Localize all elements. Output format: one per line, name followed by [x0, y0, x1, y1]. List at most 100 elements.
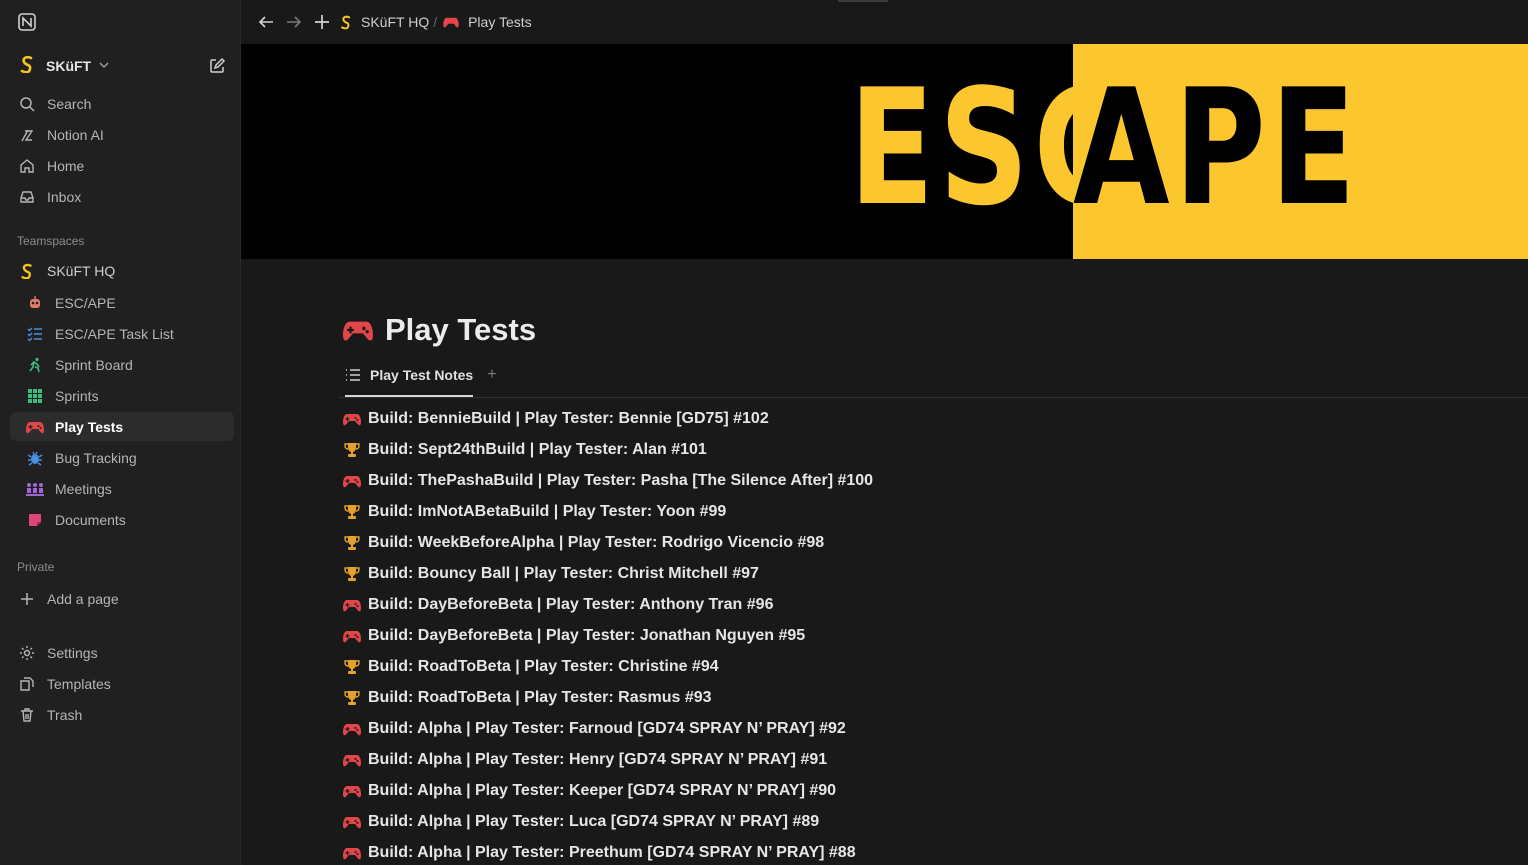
gamepad-icon: [343, 627, 361, 645]
play-test-list: Build: BennieBuild | Play Tester: Bennie…: [343, 403, 1523, 865]
sidebar-item-task-list[interactable]: ESC/APE Task List: [10, 319, 234, 348]
list-item[interactable]: Build: RoadToBeta | Play Tester: Christi…: [343, 651, 1523, 682]
trophy-icon: [343, 658, 361, 676]
list-item-text: Build: DayBeforeBeta | Play Tester: Anth…: [368, 595, 774, 613]
list-item[interactable]: Build: WeekBeforeAlpha | Play Tester: Ro…: [343, 527, 1523, 558]
view-tab-label: Play Test Notes: [370, 367, 474, 383]
workspace-switcher[interactable]: SKüFT: [10, 52, 232, 80]
gamepad-icon: [343, 813, 361, 831]
view-tab-play-test-notes[interactable]: Play Test Notes +: [345, 366, 497, 384]
sidebar-item-play-tests[interactable]: Play Tests: [10, 412, 234, 441]
breadcrumb-separator: /: [433, 14, 438, 30]
gamepad-icon: [443, 16, 459, 28]
grid-icon: [26, 387, 44, 405]
nav-templates[interactable]: Templates: [10, 669, 234, 698]
nav-notion-ai[interactable]: Notion AI: [10, 120, 234, 149]
nav-label: Inbox: [47, 188, 82, 205]
inbox-icon: [18, 188, 36, 206]
sidebar-item-escape[interactable]: ESC/APE: [10, 288, 234, 317]
compose-icon[interactable]: [208, 57, 226, 75]
new-tab-plus-icon[interactable]: [311, 11, 333, 33]
nav-inbox[interactable]: Inbox: [10, 182, 234, 211]
skuft-logo-icon: [18, 262, 36, 280]
topbar: SKüFT HQ / Play Tests: [241, 0, 1528, 44]
list-item[interactable]: Build: ThePashaBuild | Play Tester: Pash…: [343, 465, 1523, 496]
gamepad-icon: [343, 844, 361, 862]
nav-home[interactable]: Home: [10, 151, 234, 180]
list-view-icon: [345, 368, 361, 382]
sidebar-item-sprints[interactable]: Sprints: [10, 381, 234, 410]
window-drag-handle[interactable]: [838, 0, 888, 2]
sidebar-item-label: ESC/APE: [55, 294, 116, 311]
page-title: Play Tests: [343, 312, 536, 348]
list-item[interactable]: Build: Alpha | Play Tester: Henry [GD74 …: [343, 744, 1523, 775]
list-item[interactable]: Build: ImNotABetaBuild | Play Tester: Yo…: [343, 496, 1523, 527]
nav-trash[interactable]: Trash: [10, 700, 234, 729]
nav-settings[interactable]: Settings: [10, 638, 234, 667]
trophy-icon: [343, 689, 361, 707]
cover-text-ape: APE: [1073, 54, 1361, 241]
list-item-text: Build: Alpha | Play Tester: Luca [GD74 S…: [368, 812, 820, 830]
list-item-text: Build: RoadToBeta | Play Tester: Christi…: [368, 657, 719, 675]
breadcrumb-teamspace[interactable]: SKüFT HQ: [361, 14, 429, 30]
list-item[interactable]: Build: Bouncy Ball | Play Tester: Christ…: [343, 558, 1523, 589]
add-view-icon[interactable]: +: [487, 366, 496, 384]
list-item[interactable]: Build: DayBeforeBeta | Play Tester: Anth…: [343, 589, 1523, 620]
gamepad-icon: [343, 472, 361, 490]
trophy-icon: [343, 503, 361, 521]
sidebar-item-label: Play Tests: [55, 418, 124, 435]
list-item[interactable]: Build: Alpha | Play Tester: Keeper [GD74…: [343, 775, 1523, 806]
add-page-label: Add a page: [47, 590, 119, 607]
trophy-icon: [343, 565, 361, 583]
list-item[interactable]: Build: DayBeforeBeta | Play Tester: Jona…: [343, 620, 1523, 651]
list-item[interactable]: Build: RoadToBeta | Play Tester: Rasmus …: [343, 682, 1523, 713]
forward-arrow-icon[interactable]: [283, 11, 305, 33]
home-icon: [18, 157, 36, 175]
nav-label: Templates: [47, 675, 111, 692]
sidebar-item-bug-tracking[interactable]: Bug Tracking: [10, 443, 234, 472]
plus-icon: [18, 590, 36, 608]
list-item[interactable]: Build: Alpha | Play Tester: Luca [GD74 S…: [343, 806, 1523, 837]
nav-search[interactable]: Search: [10, 89, 234, 118]
sidebar-item-documents[interactable]: Documents: [10, 505, 234, 534]
list-item[interactable]: Build: BennieBuild | Play Tester: Bennie…: [343, 403, 1523, 434]
list-item-text: Build: DayBeforeBeta | Play Tester: Jona…: [368, 626, 806, 644]
sidebar-item-sprint-board[interactable]: Sprint Board: [10, 350, 234, 379]
gamepad-icon: [343, 410, 361, 428]
trophy-icon: [343, 441, 361, 459]
list-item-text: Build: Alpha | Play Tester: Keeper [GD74…: [368, 781, 837, 799]
list-item-text: Build: BennieBuild | Play Tester: Bennie…: [368, 409, 769, 427]
back-arrow-icon[interactable]: [255, 11, 277, 33]
checklist-icon: [26, 325, 44, 343]
breadcrumb: SKüFT HQ / Play Tests: [339, 14, 532, 30]
skuft-logo-icon: [18, 55, 36, 78]
workspace-name: SKüFT: [46, 58, 92, 74]
gamepad-icon: [343, 751, 361, 769]
teamspaces-heading: Teamspaces: [17, 234, 85, 248]
list-item[interactable]: Build: Alpha | Play Tester: Farnoud [GD7…: [343, 713, 1523, 744]
notion-ai-icon: [18, 126, 36, 144]
people-icon: [26, 480, 44, 498]
runner-icon: [26, 356, 44, 374]
list-item[interactable]: Build: Sept24thBuild | Play Tester: Alan…: [343, 434, 1523, 465]
sidebar-item-label: Sprints: [55, 387, 99, 404]
skuft-logo-icon: [339, 14, 353, 30]
gamepad-icon: [343, 596, 361, 614]
cover-image[interactable]: ESC APE: [241, 44, 1528, 259]
private-heading: Private: [17, 560, 55, 574]
gamepad-icon: [343, 720, 361, 738]
note-icon: [26, 511, 44, 529]
list-item[interactable]: Build: Alpha | Play Tester: Preethum [GD…: [343, 837, 1523, 865]
templates-icon: [18, 675, 36, 693]
add-page-button[interactable]: Add a page: [10, 584, 234, 613]
teamspace-skuft-hq[interactable]: SKüFT HQ: [10, 256, 234, 285]
sidebar-item-meetings[interactable]: Meetings: [10, 474, 234, 503]
notion-logo-icon[interactable]: [17, 12, 37, 32]
gear-icon: [18, 644, 36, 662]
page-title-text[interactable]: Play Tests: [385, 312, 536, 348]
list-item-text: Build: WeekBeforeAlpha | Play Tester: Ro…: [368, 533, 825, 551]
search-icon: [18, 95, 36, 113]
trophy-icon: [343, 534, 361, 552]
nav-label: Home: [47, 157, 85, 174]
breadcrumb-page[interactable]: Play Tests: [468, 14, 532, 30]
